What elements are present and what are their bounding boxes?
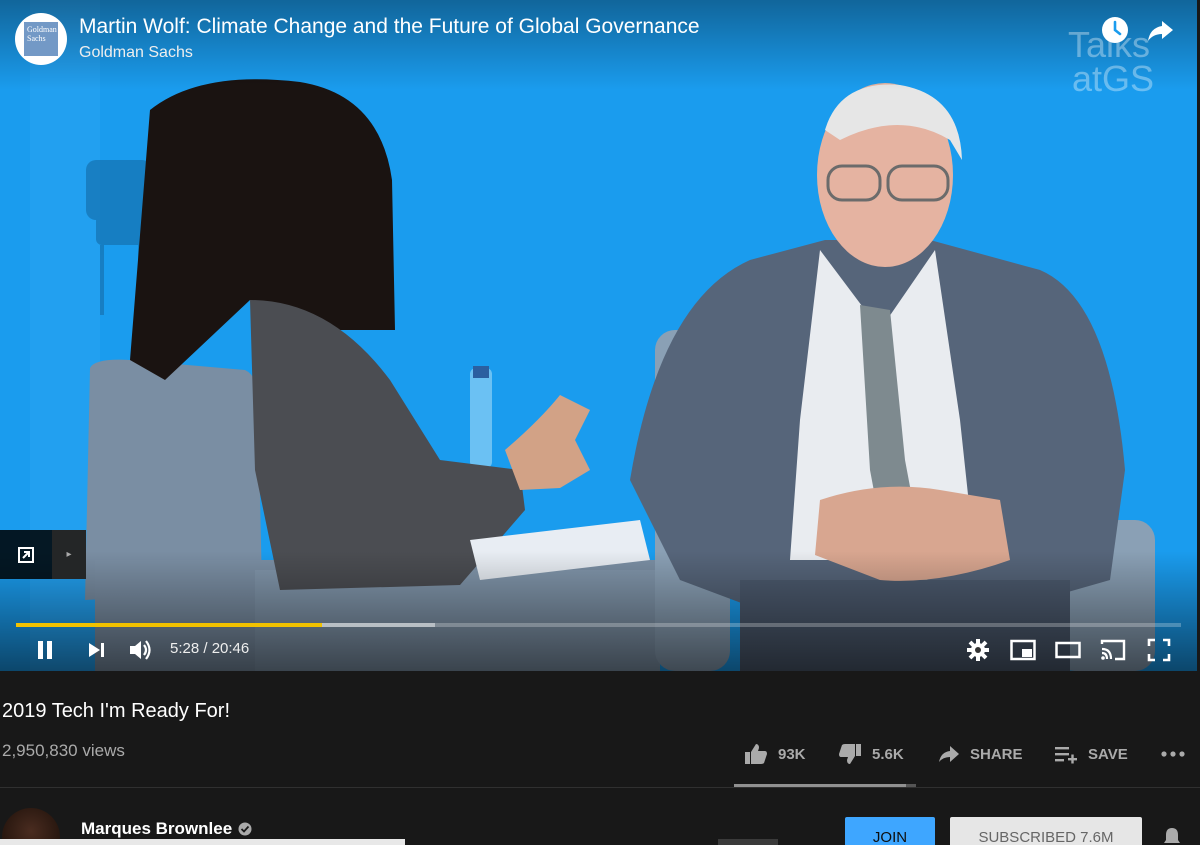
talks-at-gs-watermark: Talks atGS xyxy=(1008,27,1155,99)
more-actions-button[interactable] xyxy=(1160,741,1196,767)
subscribe-button[interactable]: SUBSCRIBED 7.6M xyxy=(950,817,1142,845)
next-icon[interactable] xyxy=(82,636,110,664)
like-button[interactable]: 93K xyxy=(744,741,806,767)
miniplayer-icon[interactable] xyxy=(1009,636,1037,664)
share-arrow-icon xyxy=(939,746,959,762)
view-count: 2,950,830 views xyxy=(2,741,125,760)
watch-later-icon[interactable] xyxy=(1100,15,1130,45)
share-icon[interactable] xyxy=(1145,15,1175,45)
playlist-add-icon xyxy=(1055,747,1077,764)
goldman-sachs-logo-icon: Goldman Sachs xyxy=(24,22,58,56)
like-count: 93K xyxy=(778,745,806,763)
watermark-line2: atGS xyxy=(1072,58,1155,99)
played-bar xyxy=(16,623,323,627)
thumbs-down-icon xyxy=(839,744,861,764)
chevron-right-icon[interactable]: ▸ xyxy=(52,530,86,579)
thumbs-up-icon xyxy=(745,744,767,764)
page-video-title: 2019 Tech I'm Ready For! xyxy=(2,700,231,722)
owner-name-text: Marques Brownlee xyxy=(81,819,233,838)
share-label: SHARE xyxy=(970,745,1023,763)
pause-icon[interactable] xyxy=(31,636,59,664)
time-display: 5:28 / 20:46 xyxy=(170,640,250,657)
settings-icon[interactable] xyxy=(964,636,992,664)
bell-icon[interactable] xyxy=(1162,826,1182,845)
save-label: SAVE xyxy=(1088,745,1128,763)
owner-name[interactable]: Marques Brownlee xyxy=(81,819,252,839)
video-player[interactable]: Goldman Sachs Martin Wolf: Climate Chang… xyxy=(0,0,1197,671)
join-button[interactable]: JOIN xyxy=(845,817,935,845)
horizontal-scrollbar-track xyxy=(718,839,778,845)
dislike-button[interactable]: 5.6K xyxy=(838,741,904,767)
more-horizontal-icon xyxy=(1161,751,1185,757)
video-channel-name[interactable]: Goldman Sachs xyxy=(79,44,193,62)
fullscreen-icon[interactable] xyxy=(1145,636,1173,664)
theater-icon[interactable] xyxy=(1054,636,1082,664)
share-button[interactable]: SHARE xyxy=(938,741,1023,767)
youtube-watch-page: Goldman Sachs Martin Wolf: Climate Chang… xyxy=(0,0,1200,845)
divider xyxy=(0,787,1200,788)
horizontal-scrollbar[interactable] xyxy=(0,839,405,845)
progress-bar[interactable] xyxy=(16,623,1181,627)
dislike-count: 5.6K xyxy=(872,745,904,763)
verified-check-icon xyxy=(238,822,252,836)
volume-icon[interactable] xyxy=(126,636,154,664)
miniplayer-expand-panel[interactable]: ▸ xyxy=(0,530,86,579)
cast-icon[interactable] xyxy=(1099,636,1127,664)
open-external-icon[interactable] xyxy=(18,547,34,563)
channel-logo[interactable]: Goldman Sachs xyxy=(15,13,67,65)
save-button[interactable]: SAVE xyxy=(1054,741,1128,767)
video-title[interactable]: Martin Wolf: Climate Change and the Futu… xyxy=(79,15,700,39)
